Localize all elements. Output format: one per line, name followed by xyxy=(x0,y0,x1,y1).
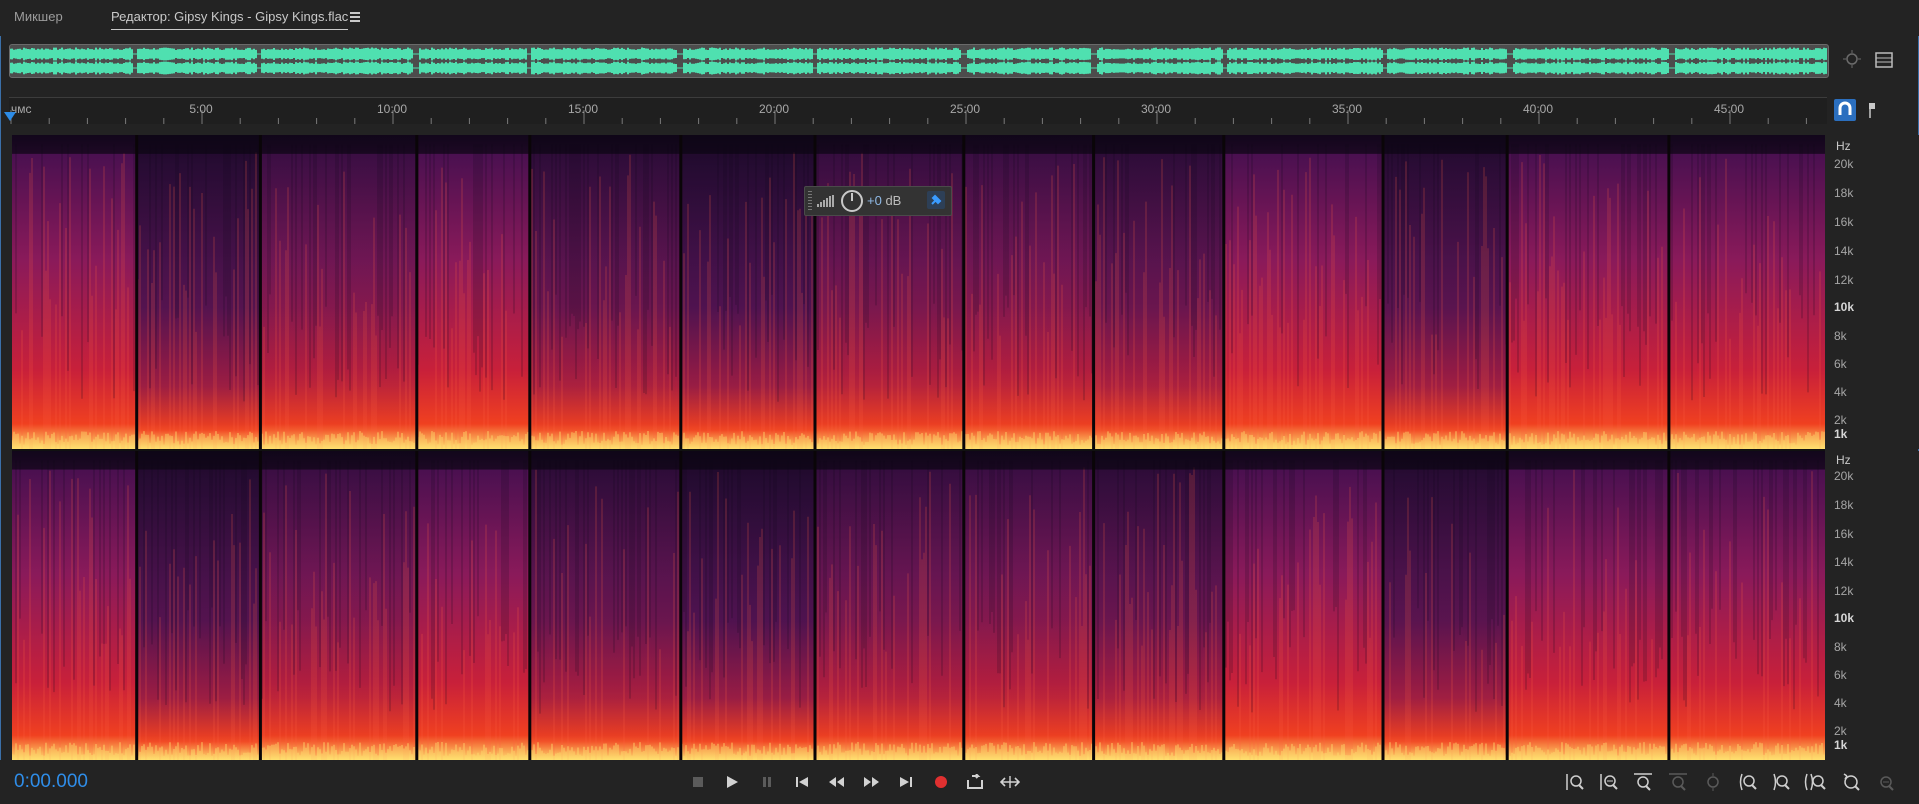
hz-label: 16k xyxy=(1834,527,1854,541)
zoom-out-full-icon[interactable] xyxy=(1666,770,1690,794)
fast-forward-icon[interactable] xyxy=(859,770,883,794)
hz-label: 10k xyxy=(1834,300,1855,314)
ruler-ticks xyxy=(10,110,1807,124)
rewind-icon[interactable] xyxy=(825,770,849,794)
ruler-label: 35:00 xyxy=(1331,102,1363,116)
zoom-reset-icon[interactable] xyxy=(1839,770,1863,794)
hz-label: 4k xyxy=(1834,696,1847,710)
spectrogram-right-graphic xyxy=(12,451,1825,760)
hz-unit-label: Hz xyxy=(1836,453,1851,467)
hz-label: 12k xyxy=(1834,273,1854,287)
hz-label: 20k xyxy=(1834,157,1854,171)
ruler-label: 15:00 xyxy=(567,102,599,116)
zoom-full-icon[interactable] xyxy=(1803,770,1827,794)
go-to-end-icon[interactable] xyxy=(894,770,918,794)
zoom-out-all-icon[interactable] xyxy=(1874,770,1898,794)
zoom-in-right-icon[interactable] xyxy=(1769,770,1793,794)
ruler-label: 10:00 xyxy=(376,102,408,116)
record-icon[interactable] xyxy=(929,770,953,794)
panel-menu-icon[interactable] xyxy=(1873,49,1895,71)
hz-label: 2k xyxy=(1834,413,1847,427)
hz-label: 4k xyxy=(1834,385,1847,399)
hz-label: 6k xyxy=(1834,668,1847,682)
hz-unit-label: Hz xyxy=(1836,139,1851,153)
zoom-out-amplitude-icon[interactable] xyxy=(1597,770,1621,794)
marker-pin-icon[interactable] xyxy=(1861,99,1883,121)
timecode-display[interactable]: 0:00.000 xyxy=(14,771,88,793)
go-to-start-icon[interactable] xyxy=(790,770,814,794)
zoom-to-selection-icon[interactable] xyxy=(1842,49,1864,71)
hz-label: 8k xyxy=(1834,640,1847,654)
play-icon[interactable] xyxy=(720,770,744,794)
spectrogram-left-graphic xyxy=(12,135,1825,449)
tab-editor[interactable]: Редактор: Gipsy Kings - Gipsy Kings.flac xyxy=(111,9,349,30)
hz-label: 2k xyxy=(1834,724,1847,738)
snap-magnet-icon[interactable] xyxy=(1834,99,1856,121)
stop-icon[interactable] xyxy=(686,770,710,794)
hz-label: 18k xyxy=(1834,186,1854,200)
hz-label: 12k xyxy=(1834,584,1854,598)
hz-label: 14k xyxy=(1834,244,1854,258)
pause-icon[interactable] xyxy=(755,770,779,794)
ruler-label: 45:00 xyxy=(1713,102,1745,116)
ruler-label: 25:00 xyxy=(949,102,981,116)
zoom-selection-icon[interactable] xyxy=(1701,770,1725,794)
zoom-in-time-icon[interactable] xyxy=(1631,770,1655,794)
overview-waveform[interactable] xyxy=(9,44,1829,78)
zoom-in-amplitude-icon[interactable] xyxy=(1563,770,1587,794)
overview-waveform-graphic xyxy=(10,47,1827,75)
hz-label: 1k xyxy=(1834,738,1848,752)
ruler-label: 5:00 xyxy=(189,102,213,116)
transport-bar: 0:00.000 xyxy=(0,760,1919,804)
time-ruler[interactable]: чмс 5:00 10:00 15:00 20:00 25:00 30:00 3… xyxy=(9,97,1827,124)
tab-mixer[interactable]: Микшер xyxy=(14,9,63,24)
skip-selection-icon[interactable] xyxy=(998,770,1022,794)
hz-label: 20k xyxy=(1834,469,1854,483)
ruler-label: 30:00 xyxy=(1140,102,1172,116)
ruler-label: 20:00 xyxy=(758,102,790,116)
hz-label: 16k xyxy=(1834,215,1854,229)
level-meter-icon xyxy=(817,195,835,207)
amplitude-hud[interactable]: +0 dB xyxy=(804,186,952,216)
hud-db-value[interactable]: +0 dB xyxy=(867,193,901,208)
hz-label: 18k xyxy=(1834,498,1854,512)
spectrogram-left-channel[interactable] xyxy=(12,135,1825,449)
hz-label: 14k xyxy=(1834,555,1854,569)
hz-label: 8k xyxy=(1834,329,1847,343)
pin-icon[interactable] xyxy=(927,191,945,209)
frequency-axis-left: Hz 20k 18k 16k 14k 12k 10k 8k 6k 4k 2k 1… xyxy=(1826,135,1919,449)
zoom-in-left-icon[interactable] xyxy=(1736,770,1760,794)
tab-bar: Микшер Редактор: Gipsy Kings - Gipsy Kin… xyxy=(0,0,1919,36)
playhead-marker[interactable] xyxy=(4,112,16,121)
hz-label: 1k xyxy=(1834,427,1848,441)
loop-icon[interactable] xyxy=(963,770,987,794)
hz-label: 10k xyxy=(1834,611,1855,625)
hamburger-menu-icon[interactable] xyxy=(350,12,360,22)
hud-drag-handle[interactable] xyxy=(808,191,812,211)
volume-knob-icon[interactable] xyxy=(841,190,863,212)
hz-label: 6k xyxy=(1834,357,1847,371)
frequency-axis-right: Hz 20k 18k 16k 14k 12k 10k 8k 6k 4k 2k 1… xyxy=(1826,451,1919,760)
spectrogram-right-channel[interactable] xyxy=(12,451,1825,760)
ruler-label: 40:00 xyxy=(1522,102,1554,116)
